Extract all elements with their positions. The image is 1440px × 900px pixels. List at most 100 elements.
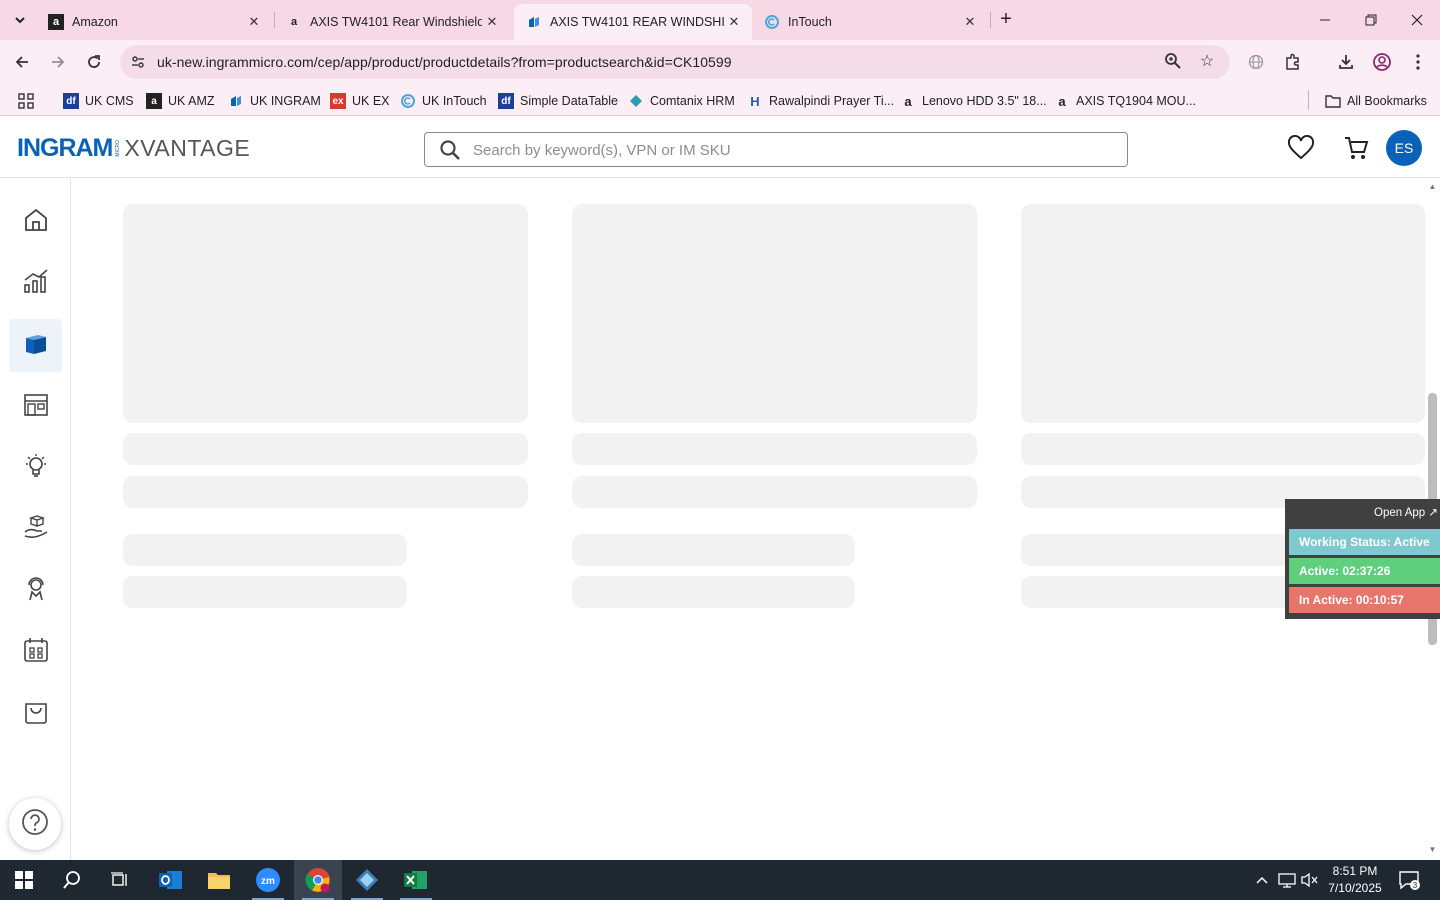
bookmark-uk-amz[interactable]: a UK AMZ [146, 92, 215, 110]
bookmark-label: Comtanix HRM [650, 94, 735, 108]
extensions-icon[interactable] [1279, 48, 1307, 76]
help-button[interactable] [9, 798, 61, 850]
close-tab-icon[interactable]: ✕ [244, 14, 264, 30]
translate-icon[interactable] [1242, 48, 1270, 76]
scroll-up-icon[interactable]: ▲ [1428, 183, 1437, 191]
scroll-down-icon[interactable]: ▼ [1428, 846, 1437, 854]
tab-intouch[interactable]: InTouch ✕ [752, 4, 988, 40]
intouch-status-widget: Open App ↗ Working Status: Active Active… [1285, 499, 1440, 619]
minimize-icon[interactable] [1302, 0, 1348, 40]
skeleton-card [1021, 204, 1425, 423]
close-window-icon[interactable] [1394, 0, 1440, 40]
bookmark-label: Simple DataTable [520, 94, 618, 108]
tab-title: Amazon [72, 15, 118, 29]
network-icon[interactable] [1276, 860, 1298, 900]
reload-icon[interactable] [80, 48, 108, 76]
nav-store[interactable] [9, 380, 62, 433]
df-icon: df [498, 93, 514, 109]
apps-grid-icon[interactable] [18, 92, 34, 110]
restore-icon[interactable] [1348, 0, 1394, 40]
downloads-icon[interactable] [1332, 48, 1360, 76]
skeleton-card [123, 204, 528, 423]
user-avatar[interactable]: ES [1386, 130, 1422, 166]
nav-home[interactable] [9, 196, 62, 249]
hand-box-icon [23, 514, 49, 545]
bookmark-label: AXIS TQ1904 MOU... [1076, 94, 1196, 108]
bookmark-rawalpindi-prayer[interactable]: H Rawalpindi Prayer Ti... [747, 92, 894, 110]
favorites-heart-icon[interactable] [1286, 133, 1316, 163]
product-search[interactable] [424, 132, 1128, 167]
logo-ingram-text: INGRAM [17, 133, 113, 162]
zoom-app-icon[interactable]: zm [244, 860, 292, 900]
bookmark-uk-intouch[interactable]: UK InTouch [400, 92, 487, 110]
open-app-link[interactable]: Open App ↗ [1374, 505, 1438, 519]
chrome-icon[interactable] [294, 860, 342, 900]
skeleton-line [1021, 534, 1304, 566]
close-tab-icon[interactable]: ✕ [482, 14, 502, 30]
taskbar-clock[interactable]: 8:51 PM 7/10/2025 [1322, 863, 1388, 897]
bookmark-label: All Bookmarks [1347, 94, 1427, 108]
search-icon[interactable] [439, 139, 461, 161]
browser-menu-icon[interactable] [1404, 48, 1432, 76]
bookmark-uk-cms[interactable]: df UK CMS [63, 92, 134, 110]
bookmark-star-icon[interactable]: ☆ [1196, 51, 1218, 73]
store-icon [23, 391, 49, 422]
bookmark-label: UK CMS [85, 94, 134, 108]
bookmark-lenovo-hdd[interactable]: a Lenovo HDD 3.5" 18... [900, 92, 1046, 110]
url-text[interactable]: uk-new.ingrammicro.com/cep/app/product/p… [157, 54, 732, 70]
nav-analytics[interactable] [9, 257, 62, 310]
volume-muted-icon[interactable] [1299, 860, 1321, 900]
windows-taskbar: zm 8:51 PM 7/10/2025 3 [0, 860, 1440, 900]
chart-icon [23, 268, 49, 299]
nav-calendar[interactable] [9, 626, 62, 679]
notifications-icon[interactable]: 3 [1396, 860, 1422, 900]
file-explorer-icon[interactable] [195, 860, 243, 900]
bookmark-label: UK INGRAM [250, 94, 321, 108]
back-icon[interactable] [8, 48, 36, 76]
amazon-icon: a [146, 93, 162, 109]
skeleton-card [572, 204, 977, 423]
task-view-icon[interactable] [96, 860, 144, 900]
nav-products[interactable] [9, 319, 62, 372]
tab-axis-ingram[interactable]: AXIS TW4101 REAR WINDSHIELD ✕ [514, 4, 752, 40]
all-bookmarks[interactable]: All Bookmarks [1325, 92, 1427, 110]
address-bar[interactable]: uk-new.ingrammicro.com/cep/app/product/p… [120, 45, 1230, 79]
tray-overflow-icon[interactable] [1252, 860, 1272, 900]
home-icon [23, 207, 49, 238]
new-tab-icon[interactable]: + [994, 8, 1018, 32]
app-diamond-icon[interactable] [343, 860, 391, 900]
nav-ideas[interactable] [9, 442, 62, 495]
bookmark-uk-ingram[interactable]: UK INGRAM [228, 92, 321, 110]
tab-search-dropdown-icon[interactable] [6, 8, 34, 32]
taskbar-search-icon[interactable] [48, 860, 96, 900]
bookmark-label: UK InTouch [422, 94, 487, 108]
app-header: INGRAM MICRO XVANTAGE ES [0, 117, 1440, 178]
skeleton-line [1021, 576, 1304, 608]
close-tab-icon[interactable]: ✕ [724, 14, 744, 30]
excel-icon[interactable] [392, 860, 440, 900]
intouch-icon [400, 93, 416, 109]
bookmark-uk-ex[interactable]: ex UK EX [330, 92, 390, 110]
zoom-icon[interactable] [1164, 52, 1184, 72]
cart-icon[interactable] [1341, 133, 1371, 163]
site-info-icon[interactable] [128, 52, 148, 72]
ingram-xvantage-logo[interactable]: INGRAM MICRO XVANTAGE [17, 133, 250, 162]
nav-orders[interactable] [9, 688, 62, 741]
close-tab-icon[interactable]: ✕ [960, 14, 980, 30]
bookmark-axis-tq1904[interactable]: a AXIS TQ1904 MOU... [1054, 92, 1196, 110]
outlook-icon[interactable] [147, 860, 195, 900]
bookmark-simple-datatable[interactable]: df Simple DataTable [498, 92, 618, 110]
nav-services[interactable] [9, 503, 62, 556]
windows-start-icon[interactable] [0, 860, 48, 900]
nav-support[interactable] [9, 565, 62, 618]
tab-amazon[interactable]: a Amazon ✕ [36, 4, 272, 40]
tab-axis-amazon[interactable]: a AXIS TW4101 Rear Windshield ✕ [274, 4, 510, 40]
support-agent-icon [23, 576, 49, 607]
bookmark-comtanix-hrm[interactable]: Comtanix HRM [628, 92, 735, 110]
profile-icon[interactable] [1368, 48, 1396, 76]
forward-icon[interactable] [44, 48, 72, 76]
shopping-bag-icon [23, 699, 49, 730]
bookmark-label: Rawalpindi Prayer Ti... [769, 94, 895, 108]
search-input[interactable] [473, 137, 1113, 163]
bookmark-label: UK AMZ [168, 94, 215, 108]
